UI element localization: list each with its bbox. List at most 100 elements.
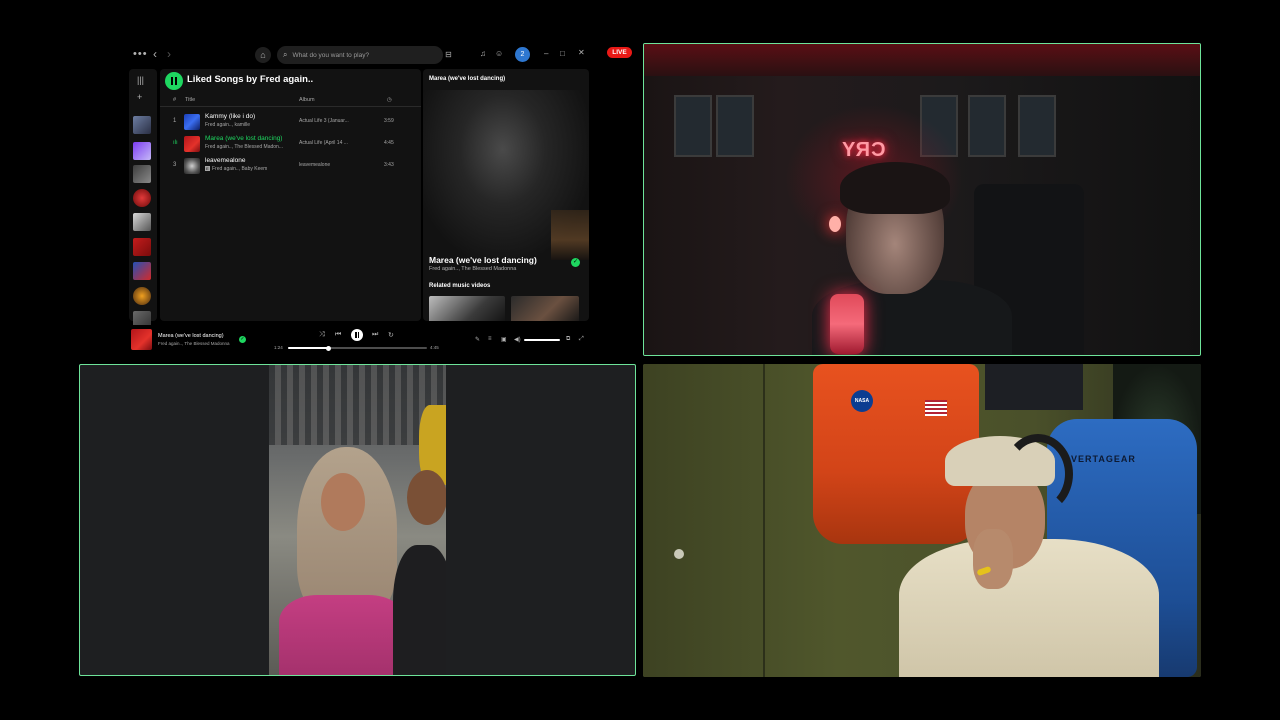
add-icon[interactable]: + <box>137 92 142 102</box>
track-artist[interactable]: Fred again.., The Blessed Madon... <box>205 144 283 150</box>
lyrics-icon[interactable]: ✎ <box>475 336 480 343</box>
track-row[interactable]: 3 leavemealone E Fred again.., Baby Keem … <box>160 155 421 177</box>
track-duration: 3:43 <box>384 162 394 168</box>
player-track-artist[interactable]: Fred again.., The Blessed Madonna <box>158 341 229 346</box>
track-album[interactable]: leavemealone <box>299 162 330 168</box>
bell-icon[interactable]: ♫ <box>480 49 486 58</box>
nasa-patch: NASA <box>851 390 873 412</box>
miniplayer-icon[interactable]: ⧉ <box>566 336 570 343</box>
flag-patch <box>925 400 947 416</box>
column-number: # <box>173 97 177 103</box>
volume-slider[interactable] <box>524 339 560 341</box>
playlist-pause-button[interactable] <box>165 72 183 90</box>
explicit-badge: E <box>205 166 210 172</box>
lamp <box>829 216 841 232</box>
person-hair <box>840 162 950 214</box>
track-title[interactable]: Marea (we've lost dancing) <box>205 135 282 142</box>
library-item[interactable] <box>133 238 151 256</box>
person-face <box>321 473 365 531</box>
track-album[interactable]: Actual Life (April 14 ... <box>299 140 348 146</box>
ceiling <box>644 44 1200 76</box>
portrait-video <box>269 365 446 675</box>
library-item[interactable] <box>133 165 151 183</box>
column-title[interactable]: Title <box>185 97 195 103</box>
back-arrow-icon[interactable]: ‹ <box>153 47 157 61</box>
now-playing-artist[interactable]: Fred again.., The Blessed Madonna <box>429 266 516 272</box>
webcam-tile-bottom-right[interactable]: NASA VERTAGEAR <box>643 364 1201 677</box>
friends-activity-icon[interactable]: ☺ <box>495 49 503 58</box>
playlist-title: Liked Songs by Fred again.. <box>187 74 314 85</box>
total-time: 4:45 <box>430 345 439 350</box>
home-icon[interactable]: ⌂ <box>255 47 271 63</box>
now-playing-title[interactable]: Marea (we've lost dancing) <box>429 255 537 265</box>
shuffle-icon[interactable]: ⤨ <box>319 331 325 339</box>
track-artwork <box>184 114 200 130</box>
now-playing-panel: Marea (we've lost dancing) Marea (we've … <box>423 69 589 321</box>
library-item[interactable] <box>133 116 151 134</box>
liked-songs-item[interactable] <box>133 142 151 160</box>
forward-arrow-icon[interactable]: › <box>167 47 171 61</box>
track-number: 3 <box>173 162 177 168</box>
close-icon[interactable]: ✕ <box>578 48 585 57</box>
library-sidebar: ||| + <box>129 69 157 329</box>
saved-check-icon[interactable]: ✓ <box>571 258 580 267</box>
library-item[interactable] <box>133 287 151 305</box>
progress-handle[interactable] <box>325 345 331 351</box>
volume-icon[interactable]: ◀) <box>514 336 521 343</box>
track-row[interactable]: 1 Kammy (like i do) Fred again.., kamill… <box>160 111 421 133</box>
video-tile-bottom-left[interactable] <box>79 364 636 676</box>
microphone <box>830 294 864 354</box>
clock-icon: ◷ <box>387 97 392 103</box>
library-item[interactable] <box>133 213 151 231</box>
webcam-tile-top-right[interactable]: CRY <box>643 43 1201 356</box>
browse-icon[interactable]: ⊟ <box>445 50 452 59</box>
now-playing-header: Marea (we've lost dancing) <box>429 76 506 82</box>
fullscreen-icon[interactable]: ⤢ <box>579 336 584 343</box>
related-video-thumbnail[interactable] <box>511 296 579 321</box>
wall-frame <box>1018 95 1056 157</box>
elapsed-time: 1:24 <box>274 345 283 350</box>
track-album[interactable]: Actual Life 3 (Januar... <box>299 118 349 124</box>
queue-icon[interactable]: ≡ <box>488 336 492 342</box>
repeat-icon[interactable]: ↻ <box>388 331 394 339</box>
search-placeholder: What do you want to play? <box>292 51 370 59</box>
wall-frame <box>674 95 712 157</box>
track-duration: 3:59 <box>384 118 394 124</box>
track-artist[interactable]: Fred again.., Baby Keem <box>212 166 267 172</box>
connect-device-icon[interactable]: ▣ <box>501 336 507 343</box>
track-artist-line[interactable]: E Fred again.., Baby Keem <box>205 166 267 172</box>
player-artwork[interactable] <box>131 329 152 350</box>
search-input[interactable]: ⌕ What do you want to play? <box>277 46 443 64</box>
track-list-header: # Title Album ◷ <box>160 95 421 107</box>
second-person-face <box>407 470 446 525</box>
player-track-title[interactable]: Marea (we've lost dancing) <box>158 333 224 339</box>
track-row-playing[interactable]: ılı Marea (we've lost dancing) Fred agai… <box>160 133 421 155</box>
track-number: 1 <box>173 118 177 124</box>
neon-sign: CRY <box>841 139 886 161</box>
door-edge <box>763 364 765 677</box>
previous-icon[interactable]: ⏮ <box>335 331 341 339</box>
saved-check-icon[interactable]: ✓ <box>239 336 246 343</box>
progress-bar[interactable] <box>288 345 427 351</box>
door-knob <box>674 549 684 559</box>
more-horizontal-icon[interactable]: ••• <box>133 48 148 60</box>
avatar[interactable]: 2 <box>515 47 530 62</box>
spotify-window: ••• ‹ › ⌂ ⌕ What do you want to play? ⊟ … <box>125 43 591 355</box>
library-item[interactable] <box>133 189 151 207</box>
column-album[interactable]: Album <box>299 97 315 103</box>
next-icon[interactable]: ⏭ <box>372 331 378 339</box>
track-artist[interactable]: Fred again.., kamille <box>205 122 250 128</box>
person-hand <box>973 529 1013 589</box>
maximize-icon[interactable]: □ <box>560 49 565 58</box>
live-badge: LIVE <box>607 47 632 58</box>
track-title[interactable]: leavemealone <box>205 157 245 164</box>
minimize-icon[interactable]: – <box>544 49 548 58</box>
equalizer-icon: ılı <box>173 140 178 146</box>
related-video-thumbnail[interactable] <box>429 296 505 321</box>
wall-frame <box>968 95 1006 157</box>
library-item[interactable] <box>133 262 151 280</box>
track-title[interactable]: Kammy (like i do) <box>205 113 255 120</box>
library-icon[interactable]: ||| <box>137 75 144 85</box>
pause-button[interactable] <box>351 329 363 341</box>
search-icon: ⌕ <box>283 50 288 59</box>
